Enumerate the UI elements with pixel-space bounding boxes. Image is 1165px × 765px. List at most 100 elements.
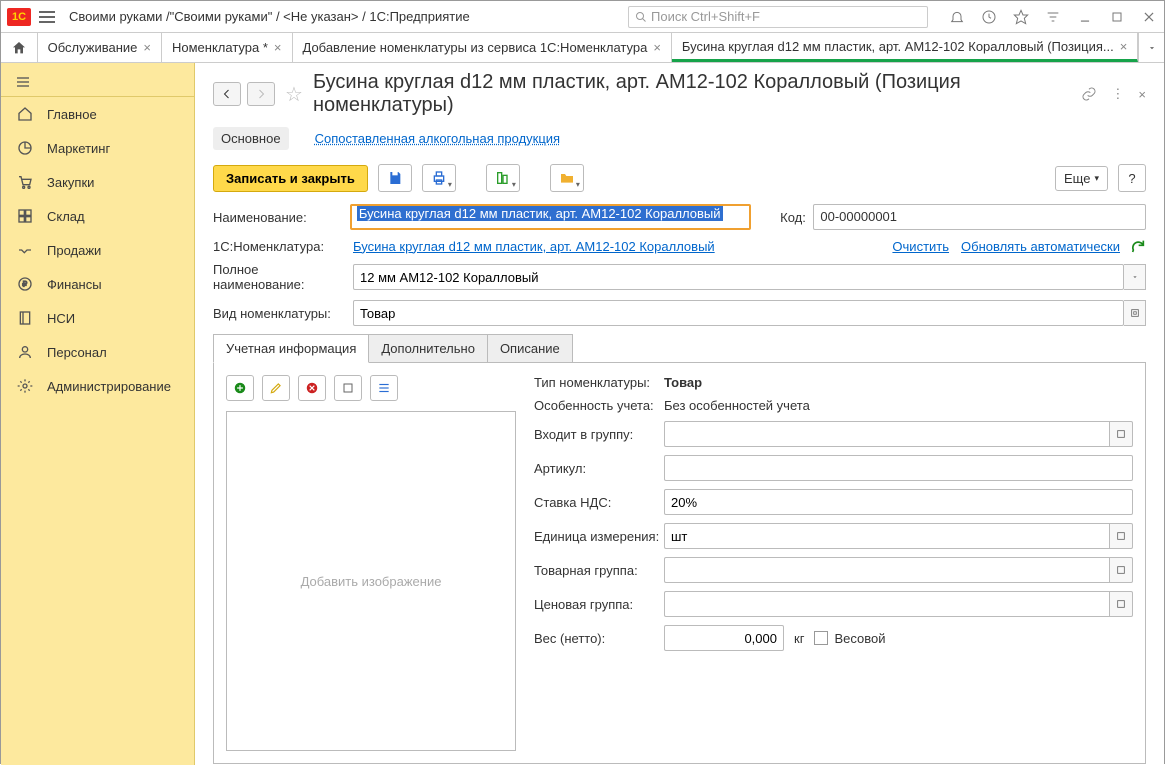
sidebar: Главное Маркетинг Закупки Склад Продажи … [1,63,195,765]
pick-group-button[interactable] [1109,421,1133,447]
sidebar-item-label: Склад [47,209,85,224]
minimize-button[interactable] [1076,8,1094,26]
window-controls [1076,8,1158,26]
row-kind: Вид номенклатуры: [213,300,1146,326]
label-weight: Вес (нетто): [534,631,664,646]
label-vat: Ставка НДС: [534,495,664,510]
inner-panel: Добавить изображение Тип номенклатуры:То… [213,362,1146,764]
tab-label: Бусина круглая d12 мм пластик, арт. AM12… [682,39,1114,54]
edit-image-button[interactable] [262,375,290,401]
close-icon[interactable]: × [1120,39,1128,54]
sidebar-item-label: Закупки [47,175,94,190]
handshake-icon [15,240,35,260]
search-icon [635,11,647,23]
input-pgroup[interactable] [664,591,1109,617]
favorite-star-icon[interactable]: ☆ [285,82,303,107]
home-icon [15,104,35,124]
sidebar-item-finance[interactable]: ₽Финансы [1,267,194,301]
folder-button[interactable]: ▾ [550,164,584,192]
list-image-button[interactable] [370,375,398,401]
sidebar-item-warehouse[interactable]: Склад [1,199,194,233]
input-article[interactable] [664,455,1133,481]
input-unit[interactable] [664,523,1109,549]
kebab-icon[interactable]: ⋮ [1111,86,1124,102]
help-button[interactable]: ? [1118,164,1146,192]
titlebar-icons [948,8,1062,26]
row-fullname: Полное наименование: [213,262,1146,292]
sidebar-item-personnel[interactable]: Персонал [1,335,194,369]
star-icon[interactable] [1012,8,1030,26]
checkbox-weighted[interactable] [814,631,828,645]
section-main[interactable]: Основное [213,127,289,150]
pick-tgroup-button[interactable] [1109,557,1133,583]
tab-nomenclature[interactable]: Номенклатура *× [162,33,293,62]
tab-label: Обслуживание [48,40,138,55]
add-image-button[interactable] [226,375,254,401]
inner-tab-additional[interactable]: Дополнительно [368,334,488,363]
open-image-button[interactable] [334,375,362,401]
gear-icon [15,376,35,396]
sidebar-item-purchases[interactable]: Закупки [1,165,194,199]
more-label: Еще [1064,171,1090,186]
sidebar-item-label: Главное [47,107,97,122]
inner-tab-accounting[interactable]: Учетная информация [213,334,369,363]
input-name[interactable]: Бусина круглая d12 мм пластик, арт. AM12… [350,204,751,230]
input-tgroup[interactable] [664,557,1109,583]
label-tgroup: Товарная группа: [534,563,664,578]
image-dropzone[interactable]: Добавить изображение [226,411,516,751]
sidebar-toggle[interactable] [1,67,195,97]
pick-unit-button[interactable] [1109,523,1133,549]
section-alcohol[interactable]: Сопоставленная алкогольная продукция [307,127,569,150]
input-code[interactable]: 00-00000001 [813,204,1146,230]
input-group[interactable] [664,421,1109,447]
autoupdate-link[interactable]: Обновлять автоматически [961,239,1120,254]
refresh-icon[interactable] [1130,238,1146,254]
tab-service[interactable]: Обслуживание × [38,33,162,62]
save-button[interactable] [378,164,412,192]
save-close-button[interactable]: Записать и закрыть [213,165,368,192]
global-search[interactable]: Поиск Ctrl+Shift+F [628,6,928,28]
inner-tab-description[interactable]: Описание [487,334,573,363]
row-name: Наименование: Бусина круглая d12 мм плас… [213,204,1146,230]
tab-item-detail[interactable]: Бусина круглая d12 мм пластик, арт. AM12… [672,33,1138,62]
ruble-icon: ₽ [15,274,35,294]
open-button[interactable] [1124,300,1146,326]
close-icon[interactable]: × [653,40,661,55]
close-icon[interactable]: × [143,40,151,55]
input-weight[interactable] [664,625,784,651]
maximize-button[interactable] [1108,8,1126,26]
dropdown-button[interactable] [1124,264,1146,290]
tab-add-nomenclature[interactable]: Добавление номенклатуры из сервиса 1С:Но… [293,33,672,62]
close-page-icon[interactable]: × [1138,87,1146,102]
filter-icon[interactable] [1044,8,1062,26]
sidebar-item-sales[interactable]: Продажи [1,233,194,267]
clear-link[interactable]: Очистить [892,239,949,254]
main-panel: ☆ Бусина круглая d12 мм пластик, арт. AM… [195,63,1164,765]
tabs-overflow[interactable] [1138,33,1164,62]
close-button[interactable] [1140,8,1158,26]
boxes-icon [15,206,35,226]
nomen-link[interactable]: Бусина круглая d12 мм пластик, арт. AM12… [353,239,715,254]
reports-button[interactable]: ▾ [486,164,520,192]
forward-button[interactable] [247,82,275,106]
input-kind[interactable] [353,300,1124,326]
delete-image-button[interactable] [298,375,326,401]
close-icon[interactable]: × [274,40,282,55]
bell-icon[interactable] [948,8,966,26]
sidebar-item-admin[interactable]: Администрирование [1,369,194,403]
input-fullname[interactable] [353,264,1124,290]
link-icon[interactable] [1081,86,1097,102]
back-button[interactable] [213,82,241,106]
app-logo: 1С [7,8,31,26]
sidebar-item-nsi[interactable]: НСИ [1,301,194,335]
history-icon[interactable] [980,8,998,26]
sidebar-item-main[interactable]: Главное [1,97,194,131]
print-button[interactable]: ▾ [422,164,456,192]
more-button[interactable]: Еще▾ [1055,166,1108,191]
sidebar-item-marketing[interactable]: Маркетинг [1,131,194,165]
home-tab[interactable] [1,33,38,62]
menu-icon[interactable] [39,7,59,27]
label-special: Особенность учета: [534,398,664,413]
input-vat[interactable] [664,489,1133,515]
pick-pgroup-button[interactable] [1109,591,1133,617]
